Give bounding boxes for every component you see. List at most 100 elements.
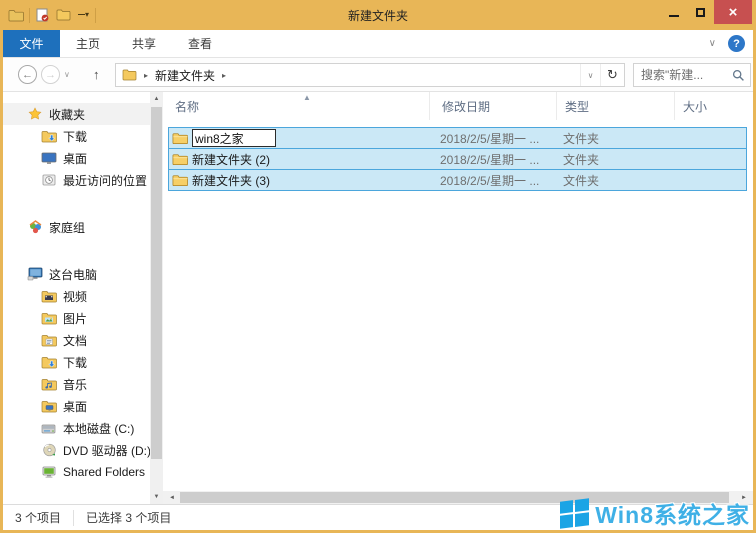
address-folder-icon xyxy=(121,67,137,83)
quick-access-toolbar: ▾ xyxy=(8,0,97,30)
sidebar-item-local-disk-c[interactable]: 本地磁盘 (C:) xyxy=(3,417,150,439)
sidebar-item-dvd-drive-d[interactable]: DVD 驱动器 (D:) xyxy=(3,439,150,461)
refresh-icon[interactable]: ↻ xyxy=(600,64,624,86)
rename-input[interactable] xyxy=(192,129,276,147)
videos-folder-icon xyxy=(41,288,57,304)
qat-customize-dropdown-icon[interactable]: ▾ xyxy=(77,5,90,25)
sidebar-item-favorites[interactable]: 收藏夹 xyxy=(3,103,150,125)
folder-icon xyxy=(172,172,188,188)
address-bar[interactable]: ▸ 新建文件夹 ▸ ∨ ↻ xyxy=(115,63,625,87)
qat-properties-button[interactable] xyxy=(35,5,50,25)
window-controls: × xyxy=(660,0,752,26)
recent-pages-dropdown-icon[interactable]: ∨ xyxy=(64,70,70,79)
sidebar-item-label: 这台电脑 xyxy=(49,267,98,282)
sidebar-scrollbar[interactable]: ▲ ▼ xyxy=(150,92,163,504)
local-disk-icon xyxy=(41,420,57,436)
file-row-renaming[interactable]: 2018/2/5/星期一 ... 文件夹 xyxy=(168,127,747,149)
address-dropdown-icon[interactable]: ∨ xyxy=(580,64,600,86)
sidebar-item-downloads[interactable]: 下载 xyxy=(3,125,150,147)
file-date-cell: 2018/2/5/星期一 ... xyxy=(440,152,540,167)
folder-icon xyxy=(172,151,188,167)
tab-view[interactable]: 查看 xyxy=(172,30,228,57)
file-date-cell: 2018/2/5/星期一 ... xyxy=(440,131,540,146)
sidebar-item-music[interactable]: 音乐 xyxy=(3,373,150,395)
file-date-cell: 2018/2/5/星期一 ... xyxy=(440,173,540,188)
tab-share[interactable]: 共享 xyxy=(116,30,172,57)
sidebar-item-recent-places[interactable]: 最近访问的位置 xyxy=(3,169,150,191)
sidebar-item-label: DVD 驱动器 (D:) xyxy=(63,443,150,458)
sidebar-item-label: 本地磁盘 (C:) xyxy=(63,421,135,436)
sidebar-item-downloads-pc[interactable]: 下载 xyxy=(3,351,150,373)
ribbon-collapse-icon[interactable]: ∨ xyxy=(709,38,716,49)
minimize-icon xyxy=(668,15,679,17)
ribbon-tab-bar: 文件 主页 共享 查看 ∨ ? xyxy=(3,30,753,58)
sidebar-item-label: 图片 xyxy=(63,311,88,326)
file-row[interactable]: 新建文件夹 (2) 2018/2/5/星期一 ... 文件夹 xyxy=(168,148,747,170)
navigation-bar: ← → ∨ ↑ ▸ 新建文件夹 ▸ ∨ ↻ xyxy=(3,58,753,92)
close-button[interactable]: × xyxy=(714,0,752,24)
sidebar-item-label: 下载 xyxy=(63,355,88,370)
search-input[interactable] xyxy=(641,68,730,82)
breadcrumb-separator-icon[interactable]: ▸ xyxy=(215,71,233,80)
sidebar-item-shared-folders[interactable]: Shared Folders xyxy=(3,461,150,483)
folder-icon xyxy=(172,130,188,146)
explorer-window: ▾ 新建文件夹 × 文件 主页 共享 查看 ∨ ? ← → ∨ ↑ ▸ 新建文件… xyxy=(0,0,756,533)
scroll-down-icon[interactable]: ▼ xyxy=(150,490,163,504)
sidebar-item-desktop-pc[interactable]: 桌面 xyxy=(3,395,150,417)
sidebar-item-label: 家庭组 xyxy=(49,220,86,235)
desktop-icon xyxy=(41,150,57,166)
sidebar-scrollbar-thumb[interactable] xyxy=(151,107,162,459)
file-name-label: 新建文件夹 (3) xyxy=(192,173,271,188)
sidebar-item-homegroup[interactable]: 家庭组 xyxy=(3,216,150,238)
desktop-folder-icon xyxy=(41,398,57,414)
sidebar-item-label: 视频 xyxy=(63,289,88,304)
sidebar-item-label: 音乐 xyxy=(63,377,88,392)
sidebar-item-pictures[interactable]: 图片 xyxy=(3,307,150,329)
breadcrumb-item[interactable]: 新建文件夹 xyxy=(155,67,215,84)
sidebar-item-label: 下载 xyxy=(63,129,88,144)
sidebar-item-videos[interactable]: 视频 xyxy=(3,285,150,307)
shared-folders-icon xyxy=(41,464,57,480)
column-headers: 名称 ▲ 修改日期 类型 大小 xyxy=(163,92,753,120)
back-button[interactable]: ← xyxy=(18,65,37,84)
sidebar-item-label: 最近访问的位置 xyxy=(63,173,148,188)
qat-new-folder-button[interactable] xyxy=(55,5,72,25)
explorer-folder-icon xyxy=(8,7,24,23)
column-header-type[interactable]: 类型 xyxy=(557,92,675,120)
file-name-label: 新建文件夹 (2) xyxy=(192,152,271,167)
forward-button[interactable]: → xyxy=(41,65,60,84)
sidebar-item-documents[interactable]: 文档 xyxy=(3,329,150,351)
sidebar-item-this-pc[interactable]: 这台电脑 xyxy=(3,263,150,285)
sidebar-item-desktop[interactable]: 桌面 xyxy=(3,147,150,169)
column-header-label: 大小 xyxy=(683,99,708,114)
scroll-left-icon[interactable]: ◄ xyxy=(165,491,179,504)
maximize-button[interactable] xyxy=(687,0,714,24)
recent-places-icon xyxy=(41,172,57,188)
star-icon xyxy=(27,106,43,122)
file-name-cell: 新建文件夹 (3) xyxy=(169,172,429,189)
file-name-cell xyxy=(169,129,429,147)
minimize-button[interactable] xyxy=(660,0,687,24)
tab-home[interactable]: 主页 xyxy=(60,30,116,57)
file-rows: 2018/2/5/星期一 ... 文件夹 新建文件夹 (2) 2018/2/5/… xyxy=(163,120,753,491)
search-icon[interactable] xyxy=(730,67,746,83)
column-header-label: 修改日期 xyxy=(442,99,491,114)
qat-separator xyxy=(95,7,97,23)
ribbon-right-controls: ∨ ? xyxy=(709,30,745,57)
help-button[interactable]: ? xyxy=(728,35,745,52)
file-list: 名称 ▲ 修改日期 类型 大小 win8之家 2018/2/5/星期一 ... … xyxy=(163,92,753,504)
up-button[interactable]: ↑ xyxy=(93,67,100,82)
file-row[interactable]: 新建文件夹 (3) 2018/2/5/星期一 ... 文件夹 xyxy=(168,169,747,191)
file-type-cell: 文件夹 xyxy=(563,173,600,188)
scroll-up-icon[interactable]: ▲ xyxy=(150,92,163,106)
tab-file[interactable]: 文件 xyxy=(3,30,60,57)
maximize-icon xyxy=(696,7,705,17)
navigation-pane: 收藏夹 下载 桌面 最近访问的位置 家庭组 这台电脑 视频 图片 文档 下载 音… xyxy=(3,92,150,504)
window-body: 文件 主页 共享 查看 ∨ ? ← → ∨ ↑ ▸ 新建文件夹 ▸ ∨ ↻ 搜索… xyxy=(3,30,753,530)
sidebar-item-label: Shared Folders xyxy=(63,465,146,479)
column-header-date[interactable]: 修改日期 xyxy=(430,92,557,120)
column-header-size[interactable]: 大小 xyxy=(675,92,753,120)
column-header-name[interactable]: 名称 ▲ xyxy=(163,92,430,120)
